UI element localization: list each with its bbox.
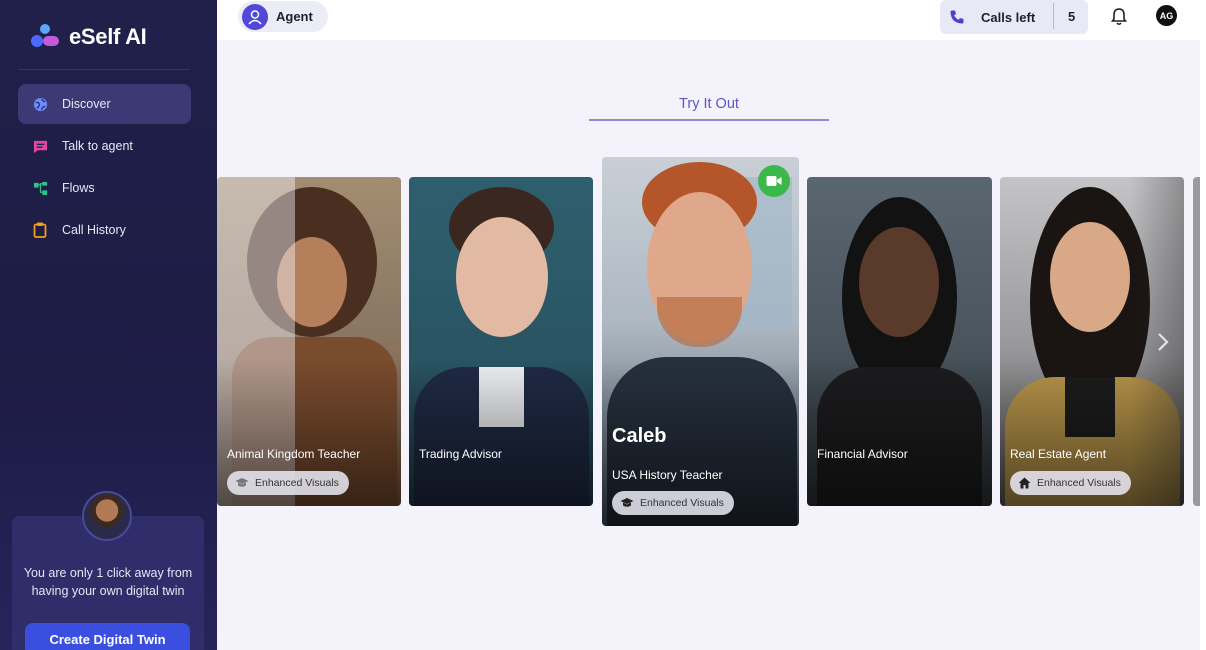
section-title-underline xyxy=(589,119,829,121)
chat-icon xyxy=(32,138,48,154)
card-title: Animal Kingdom Teacher xyxy=(227,447,361,461)
agent-card[interactable]: Animal Kingdom Teacher Enhanced Visuals xyxy=(217,177,401,506)
sidebar-item-call-history[interactable]: Call History xyxy=(18,210,191,250)
card-title: Real Estate Agent xyxy=(1010,447,1107,461)
calls-left-count: 5 xyxy=(1068,9,1076,24)
agent-switcher[interactable]: Agent xyxy=(238,1,328,32)
eself-logo-icon xyxy=(31,24,61,50)
promo-text: You are only 1 click away from having yo… xyxy=(23,566,193,598)
phone-icon xyxy=(949,9,965,25)
agent-name: Caleb xyxy=(612,425,667,447)
card-title: Trading Advisor xyxy=(419,447,502,461)
sidebar-item-label: Call History xyxy=(62,223,126,237)
agent-card[interactable]: Trading Advisor xyxy=(409,177,593,506)
video-camera-icon xyxy=(766,176,782,186)
graduation-cap-icon xyxy=(620,498,634,507)
flows-icon xyxy=(32,180,48,196)
chevron-right-icon[interactable] xyxy=(1156,332,1170,352)
home-icon xyxy=(1018,477,1031,489)
clipboard-icon xyxy=(32,222,48,238)
calls-separator xyxy=(1053,3,1054,29)
user-icon xyxy=(242,3,268,30)
featured-agent-card[interactable]: Caleb USA History Teacher Enhanced Visua… xyxy=(602,157,799,526)
sidebar: eSelf AI Discover Talk to agent Flows Ca… xyxy=(0,0,217,650)
brand-name: eSelf AI xyxy=(69,24,147,49)
sidebar-item-talk-to-agent[interactable]: Talk to agent xyxy=(18,126,191,166)
section-title: Try It Out xyxy=(679,96,739,112)
enhanced-visuals-badge: Enhanced Visuals xyxy=(612,491,734,515)
sidebar-divider xyxy=(18,69,190,70)
sidebar-item-label: Talk to agent xyxy=(62,139,133,153)
calls-left-indicator: Calls left 5 xyxy=(940,0,1088,34)
sidebar-item-label: Discover xyxy=(62,97,111,111)
badge-label: Enhanced Visuals xyxy=(640,497,724,509)
right-edge xyxy=(1200,0,1206,650)
sidebar-item-flows[interactable]: Flows xyxy=(18,168,191,208)
sidebar-item-label: Flows xyxy=(62,181,95,195)
agent-label: Agent xyxy=(276,9,313,24)
agent-card[interactable]: Financial Advisor xyxy=(807,177,992,506)
card-title: Financial Advisor xyxy=(817,447,908,461)
promo-avatar xyxy=(82,491,132,541)
graduation-cap-icon xyxy=(235,478,249,487)
brand[interactable]: eSelf AI xyxy=(31,24,147,50)
enhanced-visuals-badge: Enhanced Visuals xyxy=(1010,471,1131,495)
video-call-button[interactable] xyxy=(758,165,790,197)
agent-card-partial[interactable] xyxy=(1193,177,1200,506)
sidebar-item-discover[interactable]: Discover xyxy=(18,84,191,124)
bell-icon[interactable] xyxy=(1110,7,1128,31)
sidebar-nav: Discover Talk to agent Flows Call Histor… xyxy=(18,84,191,252)
badge-label: Enhanced Visuals xyxy=(255,477,339,489)
enhanced-visuals-badge: Enhanced Visuals xyxy=(227,471,349,495)
card-title: USA History Teacher xyxy=(612,468,723,482)
globe-icon xyxy=(32,96,48,112)
user-avatar[interactable]: AG xyxy=(1156,5,1177,26)
create-digital-twin-button[interactable]: Create Digital Twin xyxy=(25,623,190,650)
badge-label: Enhanced Visuals xyxy=(1037,477,1121,489)
calls-left-label: Calls left xyxy=(981,9,1036,25)
